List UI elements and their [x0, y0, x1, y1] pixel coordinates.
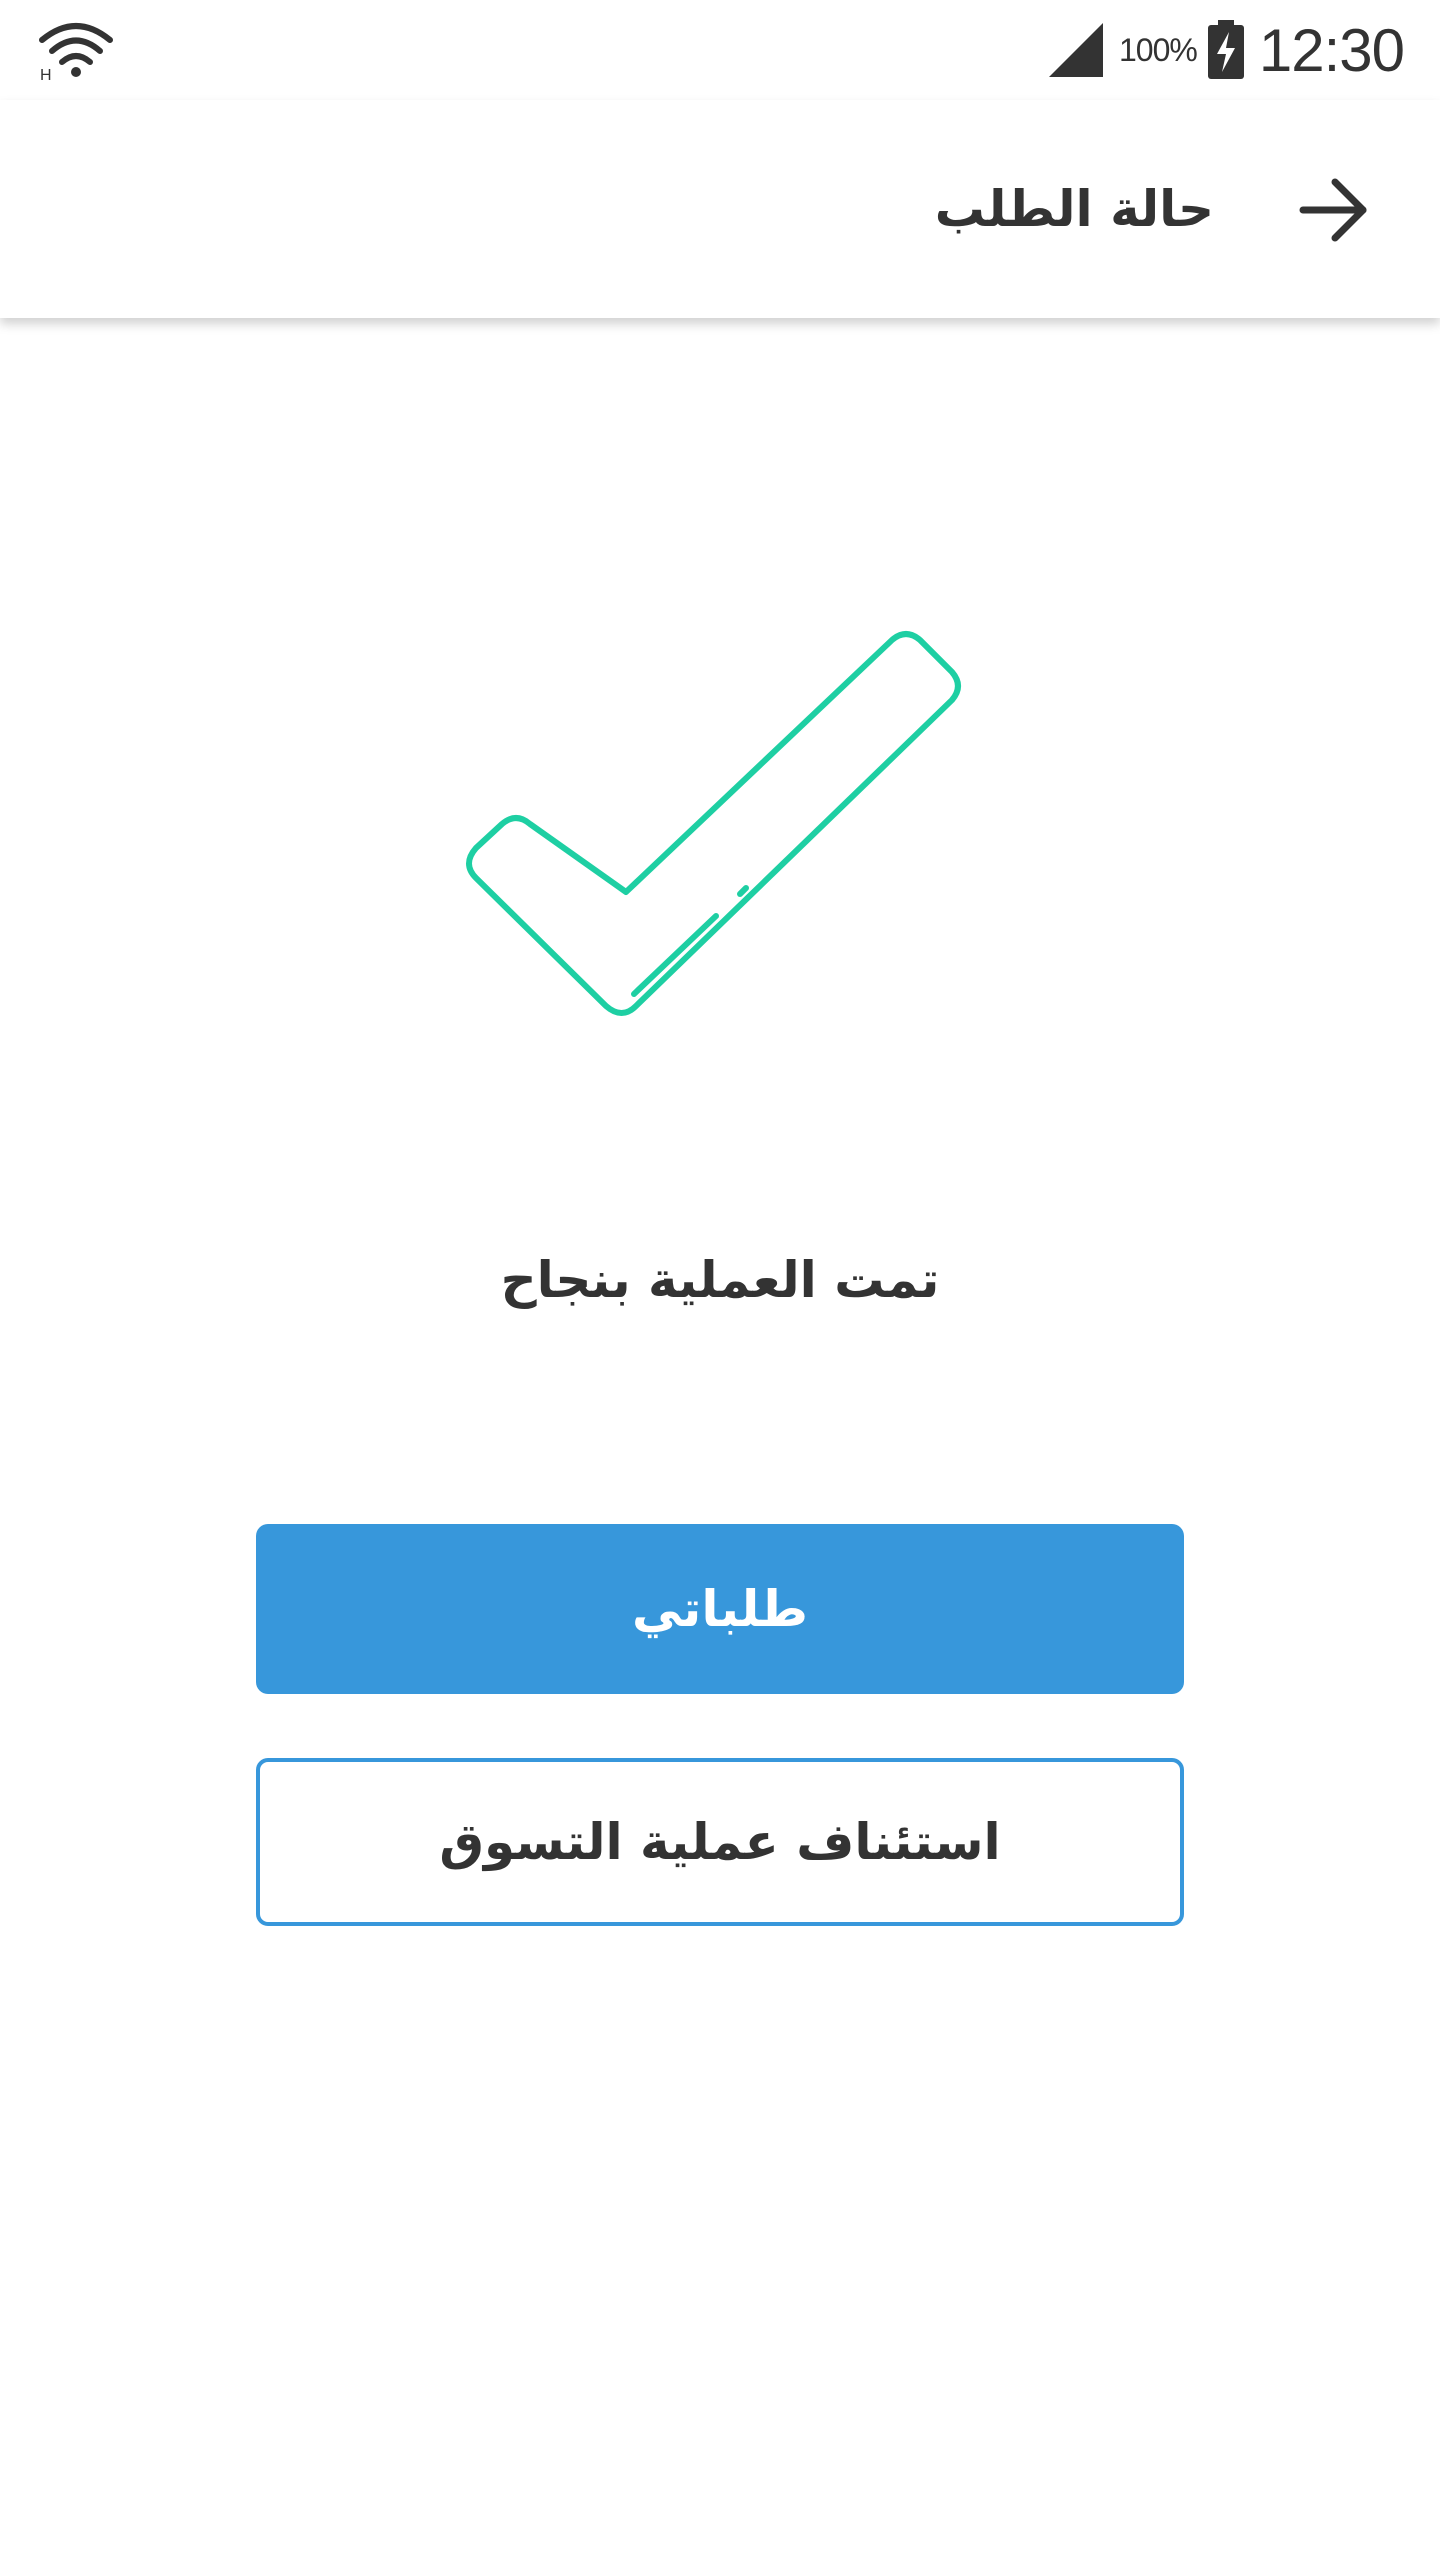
arrow-right-icon [1299, 178, 1367, 242]
svg-text:H: H [40, 67, 52, 82]
page-title: حالة الطلب [934, 180, 1214, 238]
my-orders-button[interactable]: طلباتي [256, 1524, 1184, 1694]
back-button[interactable] [1292, 168, 1376, 252]
checkmark-icon [466, 631, 961, 1016]
battery-percent: 100% [1119, 31, 1198, 68]
status-bar: H 100% 12:30 [0, 0, 1440, 100]
status-indicators: 100% 12:30 [1047, 14, 1405, 86]
success-message: تمت العملية بنجاح [500, 1251, 940, 1309]
clock: 12:30 [1258, 16, 1405, 84]
battery-charging-icon [1207, 20, 1244, 79]
continue-shopping-button[interactable]: استئناف عملية التسوق [256, 1758, 1184, 1926]
cell-signal-icon [1049, 23, 1103, 77]
app-bar: حالة الطلب [0, 100, 1440, 318]
wifi-icon: H [39, 23, 113, 82]
